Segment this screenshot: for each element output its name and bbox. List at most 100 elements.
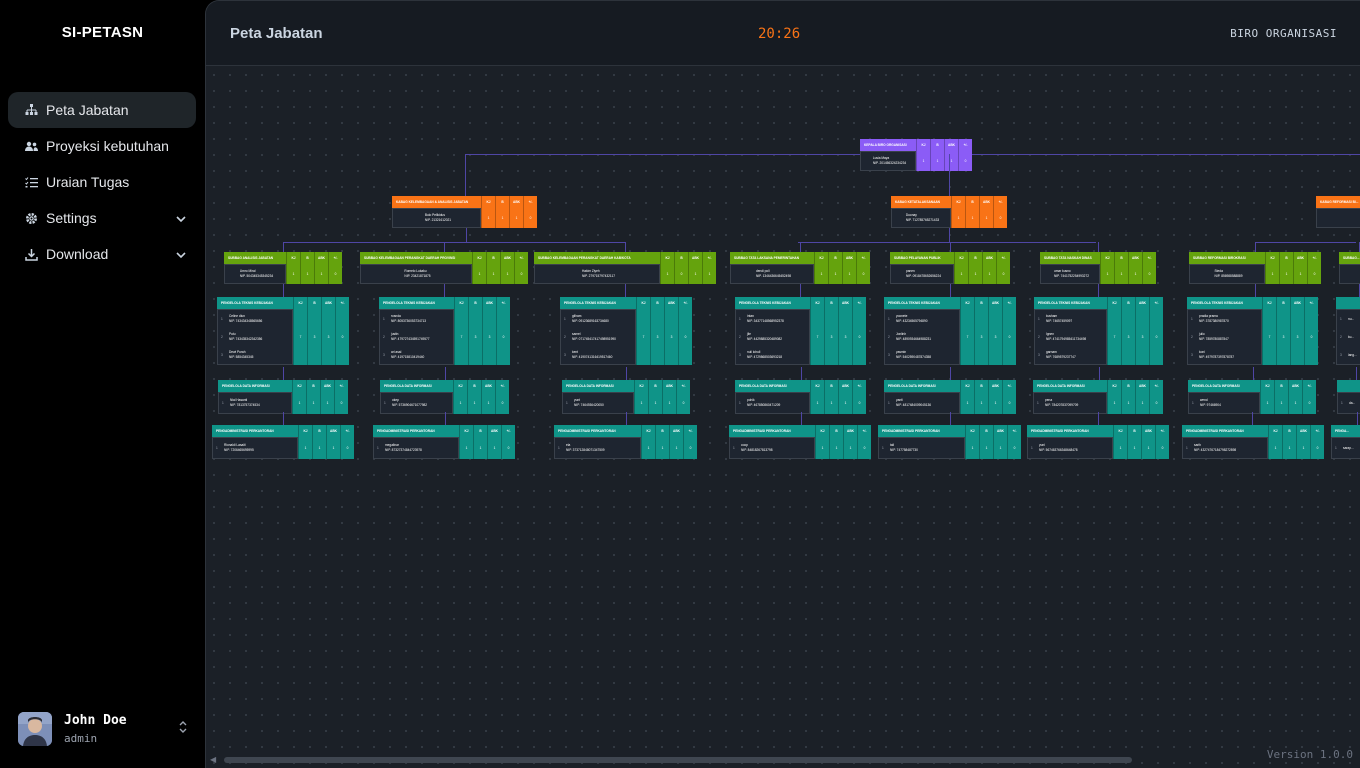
- position-value: 1: [838, 392, 852, 414]
- holder-row: 2 Ignen NIP. 4741794985411734498: [1035, 328, 1106, 346]
- position-values: 7330: [636, 309, 692, 365]
- holder-name: jile NIP. 4429885320489082: [747, 332, 782, 342]
- holder-name: panen NIP. 0918478652656224: [906, 269, 941, 279]
- column-header: ABK: [838, 380, 852, 392]
- position-values: 1110: [965, 437, 1021, 459]
- holder-name: umar kusno NIP. 7441752254993272: [1054, 269, 1089, 279]
- horizontal-scrollbar[interactable]: ◀: [210, 755, 1350, 765]
- holder-nip: NIP. 7441752254993272: [1053, 274, 1090, 278]
- chevron-down-icon[interactable]: [176, 246, 186, 262]
- holder-list: 1 pohik NIP. 467850860471209: [735, 392, 810, 414]
- position-value: 1: [500, 264, 514, 284]
- position-value: 1: [495, 208, 509, 228]
- holder-nip: NIP. 201456324234234: [872, 161, 907, 165]
- position-value: 0: [328, 264, 342, 284]
- position-card: PENGELOLA TEKNIS KEBIJAKAN KJ B ABK +/- 1 yoon…: [884, 297, 1016, 365]
- position-card-header: PENGADMINISTRASI PERKANTORAN KJ B ABK +/-: [1027, 425, 1169, 437]
- holder-nip: NIP. 4890934664988231: [896, 337, 932, 341]
- holder-name: rosnda NIP. 8053736053734713: [391, 314, 426, 324]
- holder-nip: NIP. 4190741316419517460: [572, 355, 613, 359]
- position-value: 3: [321, 309, 335, 365]
- scroll-left-icon[interactable]: ◀: [210, 755, 216, 764]
- position-values: 1110: [1265, 264, 1321, 284]
- column-header: +/-: [514, 252, 528, 264]
- position-value: 1: [641, 437, 655, 459]
- position-title: SUBBAG TATA LAKSANA PEMERINTAHAN: [734, 256, 800, 260]
- position-card-body: 1 wend NIP. 97466904 1 1 1 0: [1188, 392, 1316, 414]
- holder-row: 1 yuni NIP. 567463766348648478: [1028, 438, 1112, 458]
- column-header: B: [468, 297, 482, 309]
- sidebar-item-download[interactable]: Download: [8, 236, 196, 272]
- position-value: 1: [965, 437, 979, 459]
- column-header: +/-: [852, 297, 866, 309]
- holder-list: 1 kusham NIP. 74657459097 2 Ignen NIP. 474179…: [1034, 309, 1107, 365]
- connector-line: [1098, 242, 1099, 252]
- holder-row: 3 koni NIP. 4979787397878787: [1188, 346, 1261, 364]
- sidebar-item-peta-jabatan[interactable]: Peta Jabatan: [8, 92, 196, 128]
- holder-list: NIP.: [1316, 208, 1360, 228]
- position-value: 1: [306, 392, 320, 414]
- position-value: 0: [1149, 309, 1163, 365]
- holder-list: Romelo Lukaku NIP. 23421871875: [360, 264, 472, 284]
- position-value: 3: [974, 309, 988, 365]
- position-value: 0: [334, 392, 348, 414]
- column-header: +/-: [1142, 252, 1156, 264]
- column-header: B: [495, 196, 509, 208]
- sidebar-item-proyeksi-kebutuhan[interactable]: Proyeksi kebutuhan: [8, 128, 196, 164]
- position-value: 3: [468, 309, 482, 365]
- holder-nip: NIP. 279715797432117: [581, 274, 616, 278]
- column-header: ABK: [482, 297, 496, 309]
- column-header: KJ: [1100, 252, 1114, 264]
- sidebar-item-uraian-tugas[interactable]: Uraian Tugas: [8, 164, 196, 200]
- holder-name: megalinar NIP. 87327374844723978: [385, 443, 422, 453]
- org-chart-canvas[interactable]: KEPALA BIRO ORGANISASI KJ B ABK +/- Lusia May…: [206, 67, 1360, 768]
- position-values: 1011: [660, 264, 716, 284]
- scrollbar-thumb[interactable]: [224, 757, 1132, 763]
- holder-number: 3: [383, 353, 385, 357]
- position-value: 1: [509, 208, 523, 228]
- chevron-up-down-icon[interactable]: [178, 719, 188, 740]
- position-card: PENGELOLA DATA INFORMASI KJ B ABK +/- 1 yanti N…: [884, 380, 1016, 414]
- position-value: 0: [501, 437, 515, 459]
- holder-nip: NIP. 8053736053734713: [391, 319, 427, 323]
- column-header: ABK: [314, 252, 328, 264]
- holder-nip: NIP. 7859780887847: [1199, 337, 1229, 341]
- column-header: B: [650, 297, 664, 309]
- holder-row: 3 kent NIP. 4190741316419517460: [561, 346, 635, 364]
- position-title: PENGELOLA TEKNIS KEBIJAKAN: [739, 301, 791, 305]
- position-value: 7: [1107, 309, 1121, 365]
- column-header: +/-: [334, 380, 348, 392]
- holder-row: 1 sarap...: [1332, 438, 1360, 458]
- position-card: PENGADMINISTRASI PERKANTORAN KJ B ABK +/- 1 co…: [729, 425, 871, 459]
- holder-nip: NIP. 21321612021: [424, 218, 452, 222]
- holder-nip: NIP. 74657459097: [1046, 319, 1073, 323]
- position-value: 1: [669, 437, 683, 459]
- holder-row: 2 Jonlinh NIP. 4890934664988231: [885, 328, 959, 346]
- position-values: 1110: [1100, 264, 1156, 284]
- holder-name: ku...: [1348, 335, 1354, 340]
- position-card: SUBBAG KELEMBAGAAN PERANGKAT DAERAH PROV…: [360, 252, 528, 284]
- holder-number: 1: [566, 401, 568, 405]
- position-card: PENGELOLA TEKNIS KEBIJAKAN KJ B ABK +/- 1 inta…: [735, 297, 866, 365]
- user-menu[interactable]: John Doe admin: [18, 710, 188, 748]
- chevron-down-icon[interactable]: [176, 210, 186, 226]
- holder-nip: NIP. 071745417417498951990: [572, 337, 616, 341]
- column-header: KJ: [481, 196, 495, 208]
- position-value: 1: [954, 264, 968, 284]
- connector-line: [625, 284, 626, 297]
- position-card-header: SUBBAG KELEMBAGAAN PERANGKAT DAERAH PROV…: [360, 252, 528, 264]
- holder-nip: NIP. 712785765271433: [905, 218, 940, 222]
- position-card-header: KEPALA BIRO ORGANISASI KJ B ABK +/-: [860, 139, 972, 151]
- connector-line: [444, 284, 445, 297]
- position-title: PENGELOLA DATA INFORMASI: [566, 384, 614, 388]
- holder-row: 3 Dewi Purah NIP. 5854345345: [218, 346, 292, 364]
- connector-line: [625, 242, 626, 252]
- sidebar-item-settings[interactable]: Settings: [8, 200, 196, 236]
- connector-line: [1252, 367, 1254, 380]
- holder-number: 1: [377, 446, 379, 450]
- holder-row: 3 lang...: [1337, 346, 1360, 364]
- column-header: KJ: [1107, 297, 1121, 309]
- connector-line: [1098, 284, 1099, 297]
- holder-nip: NIP. 747758487730: [890, 448, 918, 452]
- position-card-header: PENGELOLA TEKNIS KEBIJAKAN KJ B ABK +/-: [379, 297, 510, 309]
